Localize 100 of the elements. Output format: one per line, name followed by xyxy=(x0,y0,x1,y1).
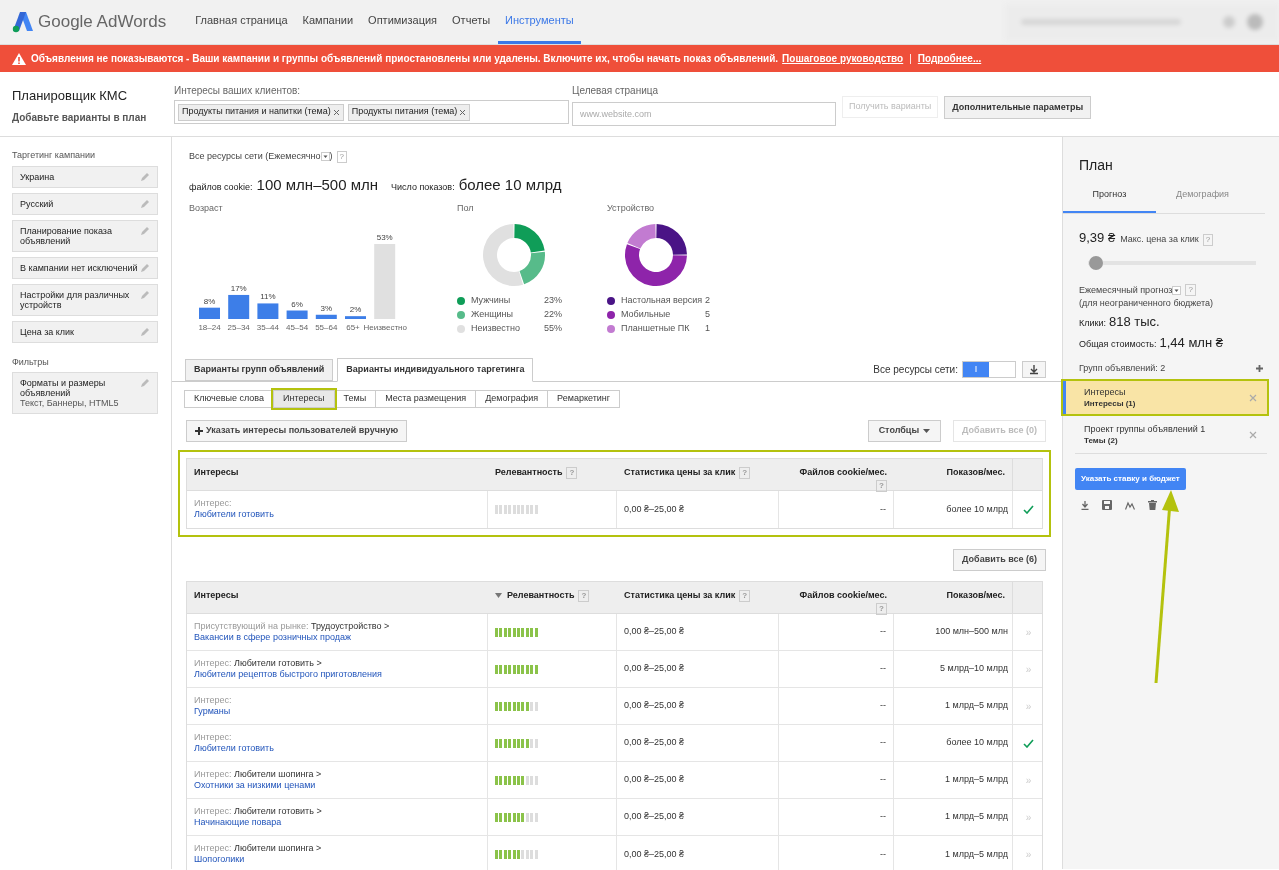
axis-label: 65+ xyxy=(346,322,360,332)
planner-subtitle: Добавьте варианты в план xyxy=(12,110,148,125)
category-prefix: Интерес: xyxy=(194,806,232,816)
section-title: Фильтры xyxy=(12,355,50,369)
ad-group-item[interactable]: Проект группы объявлений 1 Темы (2) xyxy=(1063,418,1267,451)
chart-icon[interactable] xyxy=(1125,500,1135,510)
bar-value-label: 8% xyxy=(203,296,216,306)
cpc-range: 0,00 ₴–25,00 ₴ xyxy=(624,736,685,750)
legend-value: 55% xyxy=(544,321,562,335)
axis-label: Неизвестно xyxy=(363,322,407,332)
stat-value: более 10 млрд xyxy=(458,174,562,195)
nav-tab[interactable]: Оптимизация xyxy=(361,0,445,44)
interests-field[interactable]: Продукты питания и напитки (тема) Продукты питания (тема) xyxy=(174,100,569,124)
add-all-button[interactable]: Добавить все (6) xyxy=(953,549,1046,571)
setting-label: Украина xyxy=(20,171,55,182)
interest-link[interactable]: Охотники за низкими ценами xyxy=(194,780,316,790)
pencil-icon xyxy=(140,326,150,337)
targeting-setting[interactable]: Украина xyxy=(12,165,158,188)
subtab[interactable]: Демография xyxy=(475,390,549,408)
targeting-setting[interactable]: Цена за клик xyxy=(12,320,158,343)
add-icon[interactable] xyxy=(1256,364,1263,372)
category-path: Любители шопинга > xyxy=(234,769,322,779)
legend-label: Настольная версия xyxy=(621,293,704,307)
interest-link[interactable]: Любители готовить xyxy=(194,509,274,519)
cpc-range: 0,00 ₴–25,00 ₴ xyxy=(624,810,685,824)
column-header[interactable]: Файлов cookie/мес. ? xyxy=(779,459,894,493)
cost-value: 1,44 млн ₴ xyxy=(1159,334,1223,352)
interest-link[interactable]: Шопоголики xyxy=(194,854,245,864)
bid-value: 9,39 ₴ xyxy=(1079,229,1116,247)
column-header[interactable]: Статистика цены за клик ? xyxy=(617,459,779,493)
interest-chip[interactable]: Продукты питания и напитки (тема) xyxy=(178,103,344,121)
pencil-icon xyxy=(140,262,150,273)
setting-label: В кампании нет исключений xyxy=(20,262,138,273)
trash-icon[interactable] xyxy=(1148,500,1157,510)
cpc-range: 0,00 ₴–25,00 ₴ xyxy=(624,699,685,713)
setting-label: Русский xyxy=(20,198,54,209)
column-header[interactable]: Показов/мес. xyxy=(894,582,1012,616)
plus-icon xyxy=(195,427,203,435)
guide-link[interactable]: Пошаговое руководство xyxy=(782,51,904,66)
interest-link[interactable]: Гурманы xyxy=(194,706,231,716)
download-icon[interactable] xyxy=(1081,500,1089,510)
cpc-range: 0,00 ₴–25,00 ₴ xyxy=(624,625,685,639)
targeting-setting[interactable]: Настройки для различных устройств xyxy=(12,283,158,316)
dropdown-icon xyxy=(1172,285,1182,295)
subtab[interactable]: Интересы xyxy=(273,390,335,408)
remove-icon[interactable] xyxy=(332,108,340,116)
bar-value-label: 17% xyxy=(230,283,247,293)
axis-label: 25–34 xyxy=(227,322,250,332)
column-header[interactable]: Релевантность ? xyxy=(488,459,617,493)
remove-icon[interactable] xyxy=(459,108,467,116)
interest-link[interactable]: Любители рецептов быстрого приготовления xyxy=(194,669,382,679)
targeting-setting[interactable]: Планирование показа объявлений xyxy=(12,219,158,252)
cpc-range: 0,00 ₴–25,00 ₴ xyxy=(624,847,685,861)
nav-tab[interactable]: Отчеты xyxy=(445,0,498,44)
targeting-setting[interactable]: Форматы и размеры объявлений Текст, Баннеры, HTML5 xyxy=(12,372,158,414)
bar-value-label: 53% xyxy=(376,232,393,242)
interest-chip[interactable]: Продукты питания (тема) xyxy=(347,103,471,121)
interest-link[interactable]: Любители готовить xyxy=(194,743,274,753)
save-icon[interactable] xyxy=(1102,500,1112,510)
tab[interactable]: Варианты индивидуального таргетинга xyxy=(337,358,534,382)
cpc-range: 0,00 ₴–25,00 ₴ xyxy=(624,502,685,516)
interest-link[interactable]: Вакансии в сфере розничных продаж xyxy=(194,632,351,642)
column-header[interactable]: Показов/мес. xyxy=(894,459,1012,493)
landing-page-field[interactable]: www.website.com xyxy=(572,102,836,126)
ad-group-item[interactable]: Интересы Интересы (1) xyxy=(1063,381,1267,414)
slider-thumb[interactable] xyxy=(1089,255,1104,270)
setting-label: Форматы и размеры объявлений xyxy=(20,378,107,398)
subtab[interactable]: Места размещения xyxy=(375,390,477,408)
nav-tab[interactable]: Главная страница xyxy=(188,0,295,44)
manual-add-button[interactable]: Указать интересы пользователей вручную xyxy=(186,420,408,442)
bar-value-label: 11% xyxy=(260,291,276,301)
nav-tab[interactable]: Кампании xyxy=(295,0,361,44)
network-switch[interactable]: I xyxy=(962,361,1016,378)
more-link[interactable]: Подробнее... xyxy=(917,51,982,66)
column-header[interactable]: Интересы xyxy=(187,459,488,493)
group-subtitle: Интересы (1) xyxy=(1084,397,1136,409)
targeting-setting[interactable]: В кампании нет исключений xyxy=(12,256,158,279)
column-header[interactable]: Файлов cookie/мес. ? xyxy=(779,582,894,616)
plan-tab[interactable]: Прогноз xyxy=(1063,188,1156,213)
set-bid-budget-button[interactable]: Указать ставку и бюджет xyxy=(1075,468,1186,490)
category-prefix: Интерес: xyxy=(194,769,232,779)
targeting-setting[interactable]: Русский xyxy=(12,192,158,215)
field-label: Интересы ваших клиентов: xyxy=(174,84,302,98)
column-header[interactable]: Интересы xyxy=(187,582,488,616)
setting-label: Цена за клик xyxy=(20,326,75,337)
columns-button[interactable]: Столбцы xyxy=(867,420,942,442)
field-label: Целевая страница xyxy=(572,84,660,98)
subtab[interactable]: Ремаркетинг xyxy=(547,390,621,408)
group-title: Интересы xyxy=(1084,386,1127,398)
tab[interactable]: Варианты групп объявлений xyxy=(185,359,334,381)
chart-title: Пол xyxy=(457,202,475,215)
pencil-icon xyxy=(140,378,150,388)
category-prefix: Интерес: xyxy=(194,695,232,705)
advanced-button[interactable]: Дополнительные параметры xyxy=(944,96,1092,119)
column-header[interactable]: Релевантность ? xyxy=(488,582,617,616)
section-title: Таргетинг кампании xyxy=(12,149,97,162)
legend-value: 23% xyxy=(544,293,562,307)
group-title: Проект группы объявлений 1 xyxy=(1084,423,1206,435)
column-header[interactable]: Статистика цены за клик ? xyxy=(617,582,779,616)
interest-link[interactable]: Начинающие повара xyxy=(194,817,282,827)
